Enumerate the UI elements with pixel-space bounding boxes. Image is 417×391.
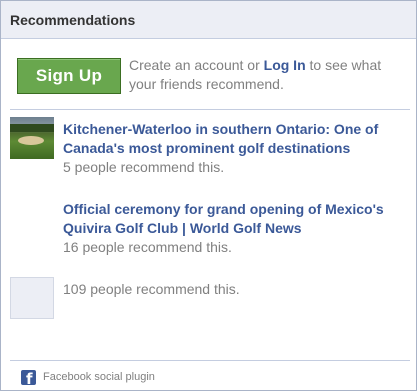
log-in-link[interactable]: Log In	[264, 57, 306, 73]
prompt-text-before: Create an account or	[129, 57, 264, 73]
recommendation-count: 16 people recommend this.	[63, 239, 232, 255]
recommendation-count: 5 people recommend this.	[63, 159, 225, 175]
social-plugin-label[interactable]: Facebook social plugin	[43, 371, 155, 383]
facebook-icon[interactable]: f	[21, 370, 36, 385]
footer-divider	[10, 360, 410, 361]
widget-title: Recommendations	[10, 12, 136, 28]
sign-up-button[interactable]: Sign Up	[17, 58, 121, 94]
widget-header: Recommendations	[1, 1, 416, 39]
placeholder-thumbnail[interactable]	[10, 277, 54, 319]
section-divider	[10, 109, 410, 110]
recommendation-count: 109 people recommend this.	[63, 281, 240, 297]
thumbnail-treeline	[10, 124, 54, 132]
recommendation-link[interactable]: Kitchener-Waterloo in southern Ontario: …	[63, 120, 408, 158]
sign-up-label: Sign Up	[35, 66, 103, 85]
golf-course-thumbnail[interactable]	[10, 117, 54, 159]
recommendation-link[interactable]: Official ceremony for grand opening of M…	[63, 200, 408, 238]
thumbnail-bunker	[18, 136, 44, 145]
recommendations-widget: Recommendations Sign Up Create an accoun…	[0, 0, 417, 391]
signup-prompt: Create an account or Log In to see what …	[129, 56, 409, 94]
